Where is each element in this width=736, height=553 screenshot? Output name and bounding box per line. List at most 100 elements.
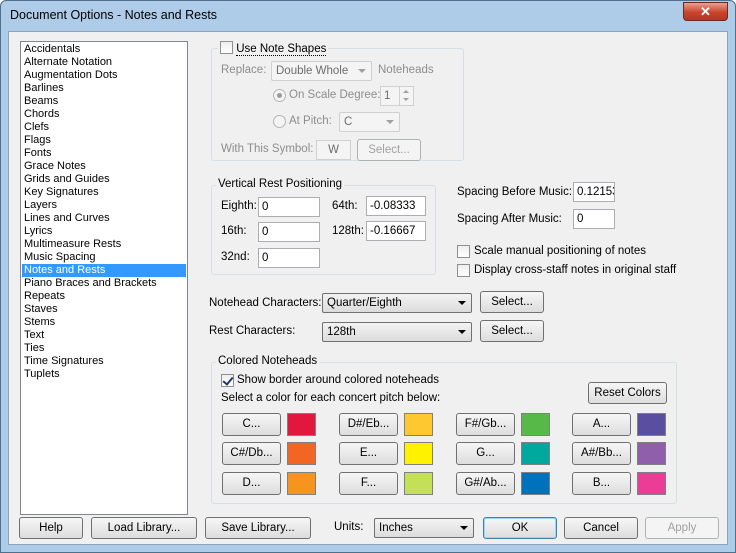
rest-characters-label: Rest Characters:	[209, 325, 296, 337]
title-bar[interactable]: Document Options - Notes and Rests ✕	[1, 1, 735, 29]
pitch-color-swatch[interactable]	[637, 442, 666, 465]
colored-noteheads-title: Colored Noteheads	[216, 355, 320, 367]
pitch-button[interactable]: G#/Ab...	[456, 472, 515, 495]
symbol-select-button[interactable]: Select...	[357, 139, 421, 161]
spacing-after-label: Spacing After Music:	[457, 213, 562, 225]
spacing-after-field[interactable]: 0	[573, 209, 615, 229]
help-button[interactable]: Help	[19, 517, 83, 539]
show-border-label: Show border around colored noteheads	[237, 374, 440, 386]
pitch-color-swatch[interactable]	[404, 442, 433, 465]
sidebar-item[interactable]: Barlines	[22, 82, 186, 95]
sixtyfourth-field[interactable]: -0.08333	[366, 196, 426, 216]
pitch-color-swatch[interactable]	[637, 472, 666, 495]
sidebar-item[interactable]: Lines and Curves	[22, 212, 186, 225]
at-pitch-label: At Pitch:	[289, 115, 332, 127]
pitch-color-swatch[interactable]	[287, 442, 316, 465]
sidebar-item[interactable]: Tuplets	[22, 368, 186, 381]
show-border-checkbox[interactable]	[221, 374, 234, 387]
pitch-color-swatch[interactable]	[521, 413, 550, 436]
sidebar-item[interactable]: Fonts	[22, 147, 186, 160]
sidebar-item[interactable]: Staves	[22, 303, 186, 316]
sidebar-item[interactable]: Time Signatures	[22, 355, 186, 368]
pitch-button[interactable]: G...	[456, 442, 515, 465]
scale-degree-spinner[interactable]	[399, 86, 414, 106]
pitch-button[interactable]: A...	[572, 413, 631, 436]
sidebar-item[interactable]: Alternate Notation	[22, 56, 186, 69]
sidebar-item[interactable]: Layers	[22, 199, 186, 212]
save-library-button[interactable]: Save Library...	[205, 517, 311, 539]
sidebar-item[interactable]: Piano Braces and Brackets	[22, 277, 186, 290]
sidebar-item[interactable]: Augmentation Dots	[22, 69, 186, 82]
replace-dropdown[interactable]: Double Whole	[271, 61, 372, 81]
pitch-button[interactable]: E...	[339, 442, 398, 465]
at-pitch-dropdown[interactable]: C	[339, 112, 400, 132]
sidebar-item[interactable]: Grace Notes	[22, 160, 186, 173]
replace-label: Replace:	[221, 64, 267, 76]
sidebar-item[interactable]: Grids and Guides	[22, 173, 186, 186]
scale-degree-label: On Scale Degree:	[289, 89, 381, 101]
sidebar-item[interactable]: Ties	[22, 342, 186, 355]
sidebar-item[interactable]: Repeats	[22, 290, 186, 303]
notehead-characters-dropdown[interactable]: Quarter/Eighth	[322, 293, 472, 313]
cross-staff-checkbox[interactable]	[457, 264, 470, 277]
pitch-button[interactable]: A#/Bb...	[572, 442, 631, 465]
sidebar-item[interactable]: Text	[22, 329, 186, 342]
notehead-select-button[interactable]: Select...	[480, 291, 544, 313]
use-note-shapes-checkbox[interactable]	[220, 41, 233, 54]
at-pitch-value: C	[344, 116, 353, 128]
onetwentyeighth-field[interactable]: -0.16667	[366, 221, 426, 241]
cancel-button[interactable]: Cancel	[564, 517, 638, 539]
pitch-color-swatch[interactable]	[404, 472, 433, 495]
pitch-color-swatch[interactable]	[287, 472, 316, 495]
sidebar-item[interactable]: Clefs	[22, 121, 186, 134]
spacing-before-field[interactable]: 0.12153	[573, 182, 615, 202]
pitch-button[interactable]: C...	[222, 413, 281, 436]
load-library-button[interactable]: Load Library...	[91, 517, 197, 539]
with-symbol-label: With This Symbol:	[221, 143, 314, 155]
rest-characters-dropdown[interactable]: 128th	[322, 322, 472, 342]
scale-degree-field[interactable]: 1	[380, 86, 400, 106]
dialog-client: Accidentals Alternate Notation Augmentatio…	[8, 31, 728, 545]
category-list[interactable]: Accidentals Alternate Notation Augmentatio…	[20, 41, 188, 515]
pitch-button[interactable]: B...	[572, 472, 631, 495]
rest-select-button[interactable]: Select...	[480, 320, 544, 342]
pitch-color-swatch[interactable]	[521, 442, 550, 465]
with-symbol-field[interactable]: W	[316, 140, 351, 160]
units-dropdown[interactable]: Inches	[374, 518, 474, 538]
pitch-color-swatch[interactable]	[287, 413, 316, 436]
sidebar-item[interactable]: Stems	[22, 316, 186, 329]
sidebar-item[interactable]: Accidentals	[22, 43, 186, 56]
thirtysecond-field[interactable]: 0	[258, 248, 320, 268]
window-title: Document Options - Notes and Rests	[10, 8, 218, 22]
eighth-field[interactable]: 0	[258, 197, 320, 217]
scale-degree-radio[interactable]	[273, 89, 286, 102]
pitch-color-swatch[interactable]	[521, 472, 550, 495]
scale-manual-checkbox[interactable]	[457, 245, 470, 258]
pitch-color-swatch[interactable]	[404, 413, 433, 436]
pitch-button[interactable]: D...	[222, 472, 281, 495]
replace-value: Double Whole	[276, 65, 349, 77]
use-note-shapes-row[interactable]: Use Note Shapes	[218, 41, 329, 56]
sidebar-item[interactable]: Flags	[22, 134, 186, 147]
close-icon[interactable]: ✕	[683, 2, 728, 21]
ok-button[interactable]: OK	[483, 517, 557, 539]
pitch-button[interactable]: F#/Gb...	[456, 413, 515, 436]
sidebar-item[interactable]: Music Spacing	[22, 251, 186, 264]
pitch-button[interactable]: F...	[339, 472, 398, 495]
sidebar-item[interactable]: Key Signatures	[22, 186, 186, 199]
at-pitch-radio[interactable]	[273, 115, 286, 128]
cross-staff-label: Display cross-staff notes in original st…	[474, 264, 677, 276]
sidebar-item[interactable]: Notes and Rests	[22, 264, 186, 277]
apply-button[interactable]: Apply	[645, 517, 719, 539]
pitch-button[interactable]: D#/Eb...	[339, 413, 398, 436]
scale-manual-label: Scale manual positioning of notes	[474, 245, 646, 257]
sidebar-item[interactable]: Multimeasure Rests	[22, 238, 186, 251]
pitch-button[interactable]: C#/Db...	[222, 442, 281, 465]
sixteenth-field[interactable]: 0	[258, 222, 320, 242]
sidebar-item[interactable]: Beams	[22, 95, 186, 108]
onetwentyeighth-label: 128th:	[332, 225, 364, 237]
pitch-color-swatch[interactable]	[637, 413, 666, 436]
sidebar-item[interactable]: Lyrics	[22, 225, 186, 238]
reset-colors-button[interactable]: Reset Colors	[588, 382, 667, 404]
sidebar-item[interactable]: Chords	[22, 108, 186, 121]
